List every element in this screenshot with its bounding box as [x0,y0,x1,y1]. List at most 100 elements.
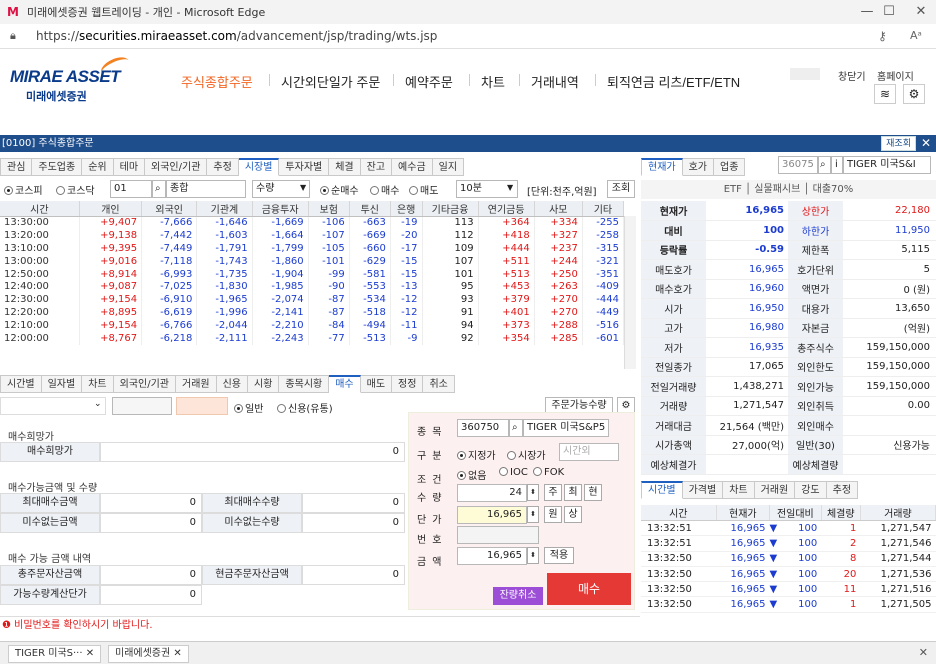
qty-input[interactable]: 24 [457,484,527,502]
table-row[interactable]: 13:00:00 +9,016 -7,118 -1,743 -1,860 -101 -629… [0,255,625,269]
table-row[interactable]: 12:50:00 +8,914 -6,993 -1,735 -1,904 -99 -581-… [0,268,625,281]
query-button[interactable]: 조회 [607,180,635,198]
search-icon[interactable]: ⌕ [152,180,166,198]
grid-scrollbar[interactable] [624,216,636,369]
window-tab-mirae[interactable]: 미래에셋증권 ✕ [108,645,189,663]
tab-foreign-inst[interactable]: 외국인/기관 [145,158,208,176]
tab-modify[interactable]: 정정 [392,375,424,393]
nav-chart[interactable]: 차트 [481,72,505,91]
tab-sector[interactable]: 업종 [714,158,746,176]
amount-input[interactable]: 16,965 [457,547,527,565]
account-select[interactable] [0,397,106,415]
tab-trade-broker[interactable]: 거래원 [754,481,796,499]
window-close-icon[interactable]: ✕ [898,0,936,24]
grid-header[interactable]: 시간 [0,201,80,217]
cancel-remaining-button[interactable]: 잔량취소 [493,587,543,605]
table-row[interactable]: 13:10:00 +9,395 -7,449 -1,791 -1,799 -105 -660… [0,242,625,256]
grid-header[interactable]: 사모 [534,201,583,217]
tab-cancel[interactable]: 취소 [423,375,455,393]
grid-header[interactable]: 외국인 [141,201,198,217]
tab-buy[interactable]: 매수 [329,375,361,393]
radio-credit[interactable]: 신용(유통) [277,400,333,415]
nav-history[interactable]: 거래내역 [531,72,579,91]
tab-credit[interactable]: 신용 [216,375,249,393]
tab-sell[interactable]: 매도 [360,375,393,393]
trade-header[interactable]: 현재가 [716,505,770,521]
radio-kosdaq[interactable]: 코스닥 [56,182,95,197]
table-row[interactable]: 12:10:00 +9,154 -6,766 -2,044 -2,210 -84 -494-… [0,319,625,333]
grid-header[interactable]: 연기금등 [478,201,535,217]
trade-header[interactable]: 시간 [641,505,717,521]
price-upper-button[interactable]: 상 [564,506,582,523]
tab-broker[interactable]: 거래원 [176,375,217,393]
link-close[interactable]: 창닫기 [838,68,866,83]
grid-header[interactable]: 개인 [79,201,143,217]
after-hours-select[interactable]: 시간외 [559,443,619,461]
tab-current-price[interactable]: 현재가 [641,158,683,176]
grid-header[interactable]: 보험 [308,201,350,217]
tab-trade-estimate[interactable]: 추정 [826,481,859,499]
grid-header[interactable]: 기타 [582,201,625,217]
search-icon[interactable]: ⌕ [509,419,523,437]
tab-trade-time[interactable]: 시간별 [641,481,683,499]
tab-market-news[interactable]: 시황 [248,375,280,393]
nav-pension[interactable]: 퇴직연금 리츠/ETF/ETN [607,72,740,91]
tab-estimate[interactable]: 추정 [207,158,239,176]
radio-net[interactable]: 순매수 [320,182,359,197]
refresh-button[interactable]: 재조회 [881,136,916,151]
settings-gear-icon[interactable]: ⚙ [903,84,925,104]
tab-trade-strength[interactable]: 강도 [795,481,827,499]
tab-trade-price[interactable]: 가격별 [682,481,724,499]
window-tab-tiger[interactable]: TIGER 미국S··· ✕ [8,645,102,663]
radio-buy[interactable]: 매수 [370,182,399,197]
radio-fok[interactable]: FOK [533,467,564,478]
tab-by-market[interactable]: 시장별 [238,158,280,176]
amount-stepper[interactable]: ⬍ [527,547,539,564]
grid-header[interactable]: 은행 [390,201,423,217]
close-icon[interactable]: ✕ [921,135,931,152]
tab-stock-news[interactable]: 종목시황 [279,375,330,393]
nav-stock-order[interactable]: 주식종합주문 [181,72,253,91]
apply-button[interactable]: 적용 [544,547,574,564]
nav-after-hours[interactable]: 시간외단일가 주문 [281,72,380,91]
address-bar[interactable]: 🔒︎ https://securities.miraeasset.com/adv… [0,24,936,49]
tab-trade-chart[interactable]: 차트 [723,481,755,499]
tab-deposit[interactable]: 예수금 [392,158,433,176]
tab-rank[interactable]: 순위 [82,158,114,176]
search-icon[interactable]: ⌕ [818,156,831,174]
radio-general[interactable]: 일반 [234,400,263,415]
table-row[interactable]: 13:30:00 +9,407 -7,666 -1,646 -1,669 -106 -663… [0,216,625,230]
table-row[interactable]: 12:20:00 +8,895 -6,619 -1,996 -2,141 -87 -518-… [0,306,625,320]
price-stepper[interactable]: ⬍ [527,506,539,523]
tab-journal[interactable]: 일지 [432,158,465,176]
close-all-icon[interactable]: ✕ [919,646,928,659]
price-input[interactable]: 16,965 [457,506,527,524]
tab-leading-sector[interactable]: 주도업종 [32,158,83,176]
link-home[interactable]: 홈페이지 [877,68,914,83]
quote-code-input[interactable]: 36075 [778,156,818,174]
order-password-input[interactable] [457,526,539,544]
tab-by-investor[interactable]: 투자자별 [279,158,330,176]
info-icon[interactable]: i [831,156,843,174]
qty-shares-button[interactable]: 주 [544,484,562,501]
radio-kospi[interactable]: 코스피 [4,182,43,197]
tab-execution[interactable]: 체결 [329,158,361,176]
grid-header[interactable]: 기타금융 [422,201,479,217]
tab-timely[interactable]: 시간별 [0,375,42,393]
tab-balance[interactable]: 잔고 [360,158,393,176]
radio-sell[interactable]: 매도 [409,182,438,197]
close-icon[interactable]: ✕ [173,648,181,659]
tab-daily[interactable]: 일자별 [41,375,83,393]
read-aloud-icon[interactable]: Aᵃ [910,29,922,42]
password-input[interactable] [176,397,228,415]
qty-stepper[interactable]: ⬍ [527,484,539,501]
qty-current-button[interactable]: 현 [584,484,602,501]
price-won-button[interactable]: 원 [544,506,562,523]
tab-foreign[interactable]: 외국인/기관 [113,375,176,393]
url-text[interactable]: https://securities.miraeasset.com/advanc… [36,29,437,43]
nav-reserve-order[interactable]: 예약주문 [405,72,453,91]
table-row[interactable]: 13:20:00 +9,138 -7,442 -1,603 -1,664 -107 -669… [0,229,625,243]
item-code-select[interactable]: 360750 [457,419,509,437]
close-icon[interactable]: ✕ [86,648,94,659]
grid-header[interactable]: 기관계 [196,201,253,217]
